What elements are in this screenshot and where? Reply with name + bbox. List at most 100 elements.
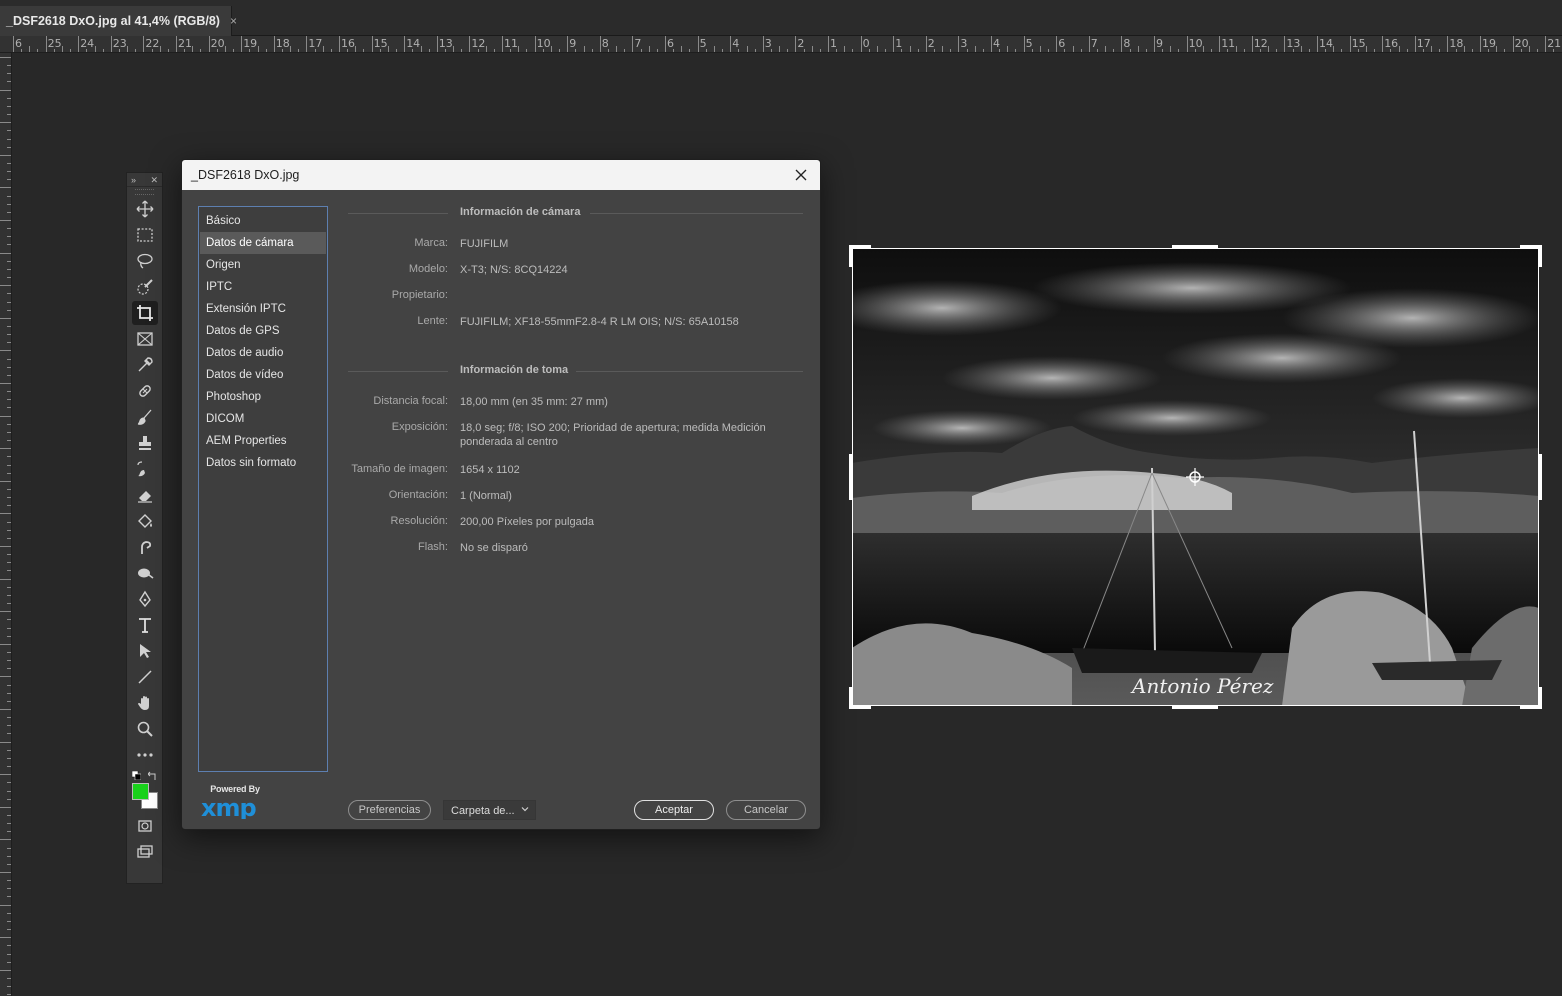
- metadata-category-list[interactable]: Básico Datos de cámara Origen IPTC Extensión…: [198, 206, 328, 772]
- preferences-button[interactable]: Preferencias: [348, 800, 431, 820]
- ruler-major-tick: [502, 36, 503, 52]
- eyedropper-tool[interactable]: [132, 353, 158, 377]
- zoom-tool[interactable]: [132, 717, 158, 741]
- metadata-value[interactable]: 1654 x 1102: [460, 463, 800, 477]
- pen-tool[interactable]: [132, 587, 158, 611]
- hand-tool[interactable]: [132, 691, 158, 715]
- category-item[interactable]: Datos de vídeo: [200, 364, 326, 386]
- ruler-minor-tick: [428, 49, 430, 52]
- crop-handle-top[interactable]: [1172, 245, 1218, 249]
- crop-handle-left[interactable]: [849, 454, 853, 500]
- ruler-major-tick: [599, 36, 601, 52]
- camera-info-section-header: Información de cámara: [348, 206, 803, 220]
- category-item[interactable]: Básico: [200, 210, 326, 232]
- line-tool[interactable]: [132, 665, 158, 689]
- vertical-ruler[interactable]: [0, 53, 12, 996]
- category-item[interactable]: Photoshop: [200, 386, 326, 408]
- metadata-value[interactable]: 18,0 seg; f/8; ISO 200; Prioridad de ape…: [460, 421, 800, 449]
- ruler-minor-tick: [1080, 49, 1082, 52]
- panel-grip[interactable]: [135, 189, 154, 195]
- ruler-minor-tick: [70, 49, 72, 52]
- ruler-tick: [0, 774, 11, 776]
- document-image[interactable]: Antonio Pérez: [849, 245, 1542, 709]
- move-tool[interactable]: [132, 197, 158, 221]
- frame-tool[interactable]: [132, 327, 158, 351]
- ruler-minor-tick: [1357, 49, 1359, 52]
- ruler-tick: [7, 668, 11, 670]
- category-item[interactable]: Datos de cámara: [200, 232, 326, 254]
- ruler-tick: [0, 220, 11, 221]
- ruler-major-tick: [925, 36, 927, 52]
- ruler-major-tick: [241, 36, 243, 52]
- close-panel-icon[interactable]: ✕: [150, 173, 158, 186]
- foreground-color-swatch[interactable]: [132, 783, 149, 800]
- crop-handle-tr-v[interactable]: [1538, 245, 1542, 267]
- quick-mask-button[interactable]: [132, 814, 158, 838]
- category-item[interactable]: DICOM: [200, 408, 326, 430]
- ruler-major-tick: [1023, 36, 1025, 52]
- metadata-value[interactable]: FUJIFILM: [460, 237, 800, 251]
- dialog-titlebar[interactable]: _DSF2618 DxO.jpg: [182, 160, 820, 190]
- horizontal-ruler[interactable]: 6 25 24 23 22 21 20 19 18 17 16 15 14 13 12 11 10 9 8 7 6 5 4 3…: [0, 36, 1562, 53]
- history-brush-tool[interactable]: [132, 457, 158, 481]
- metadata-value[interactable]: 1 (Normal): [460, 489, 800, 503]
- crop-center-target-icon[interactable]: [1186, 468, 1204, 486]
- path-select-tool[interactable]: [132, 639, 158, 663]
- swap-colors-icon[interactable]: [148, 771, 158, 781]
- marquee-tool[interactable]: [132, 223, 158, 247]
- dialog-close-icon[interactable]: [791, 165, 811, 185]
- document-tab-close-icon[interactable]: ×: [230, 14, 237, 28]
- eraser-tool[interactable]: [132, 483, 158, 507]
- ruler-tick: [7, 790, 11, 792]
- more-tool[interactable]: [132, 743, 158, 767]
- crop-tool[interactable]: [131, 301, 158, 325]
- chevron-down-icon: [521, 807, 529, 812]
- metadata-value[interactable]: X-T3; N/S: 8CQ14224: [460, 263, 800, 277]
- metadata-value[interactable]: No se disparó: [460, 541, 800, 555]
- category-item[interactable]: Extensión IPTC: [200, 298, 326, 320]
- document-tab[interactable]: _DSF2618 DxO.jpg al 41,4% (RGB/8) ×: [0, 6, 237, 36]
- expand-panel-icon[interactable]: »: [131, 173, 136, 186]
- ruler-tick: [7, 986, 11, 988]
- category-item[interactable]: Datos sin formato: [200, 452, 326, 474]
- ruler-minor-tick: [1129, 49, 1131, 52]
- crop-handle-bottom[interactable]: [1172, 705, 1218, 709]
- metadata-value[interactable]: 18,00 mm (en 35 mm: 27 mm): [460, 395, 800, 409]
- cancel-button[interactable]: Cancelar: [726, 800, 806, 820]
- default-colors-icon[interactable]: [132, 771, 141, 780]
- metadata-value[interactable]: 200,00 Píxeles por pulgada: [460, 515, 800, 529]
- category-item[interactable]: Origen: [200, 254, 326, 276]
- ruler-minor-tick: [330, 49, 332, 52]
- category-item[interactable]: IPTC: [200, 276, 326, 298]
- color-swatches: [127, 771, 162, 813]
- lasso-tool[interactable]: [132, 249, 158, 273]
- dodge-tool[interactable]: [132, 561, 158, 585]
- crop-handle-right[interactable]: [1538, 454, 1542, 500]
- stamp-tool[interactable]: [132, 431, 158, 455]
- folder-dropdown[interactable]: Carpeta de...: [443, 800, 536, 820]
- ruler-tick: [7, 692, 11, 694]
- ruler-tick: [7, 497, 11, 499]
- category-item[interactable]: Datos de audio: [200, 342, 326, 364]
- ruler-tick: [0, 546, 11, 547]
- type-tool[interactable]: [132, 613, 158, 637]
- ruler-major-tick: [176, 36, 177, 52]
- category-item[interactable]: Datos de GPS: [200, 320, 326, 342]
- smudge-tool[interactable]: [132, 535, 158, 559]
- ruler-minor-tick: [1113, 49, 1115, 52]
- brush-tool[interactable]: [132, 405, 158, 429]
- category-item[interactable]: AEM Properties: [200, 430, 326, 452]
- paint-bucket-tool[interactable]: [132, 509, 158, 533]
- accept-button[interactable]: Aceptar: [634, 800, 714, 820]
- crop-handle-br-v[interactable]: [1538, 687, 1542, 709]
- screen-mode-button[interactable]: [132, 840, 158, 864]
- healing-tool[interactable]: [132, 379, 158, 403]
- ruler-tick: [0, 480, 11, 482]
- metadata-value[interactable]: FUJIFILM; XF18-55mmF2.8-4 R LM OIS; N/S:…: [460, 315, 800, 329]
- ruler-minor-tick: [542, 49, 544, 52]
- ruler-minor-tick: [803, 49, 805, 52]
- crop-handle-bl-v[interactable]: [849, 687, 853, 709]
- zoom-icon: [137, 721, 153, 737]
- crop-handle-tl-v[interactable]: [849, 245, 853, 267]
- quick-select-tool[interactable]: [132, 275, 158, 299]
